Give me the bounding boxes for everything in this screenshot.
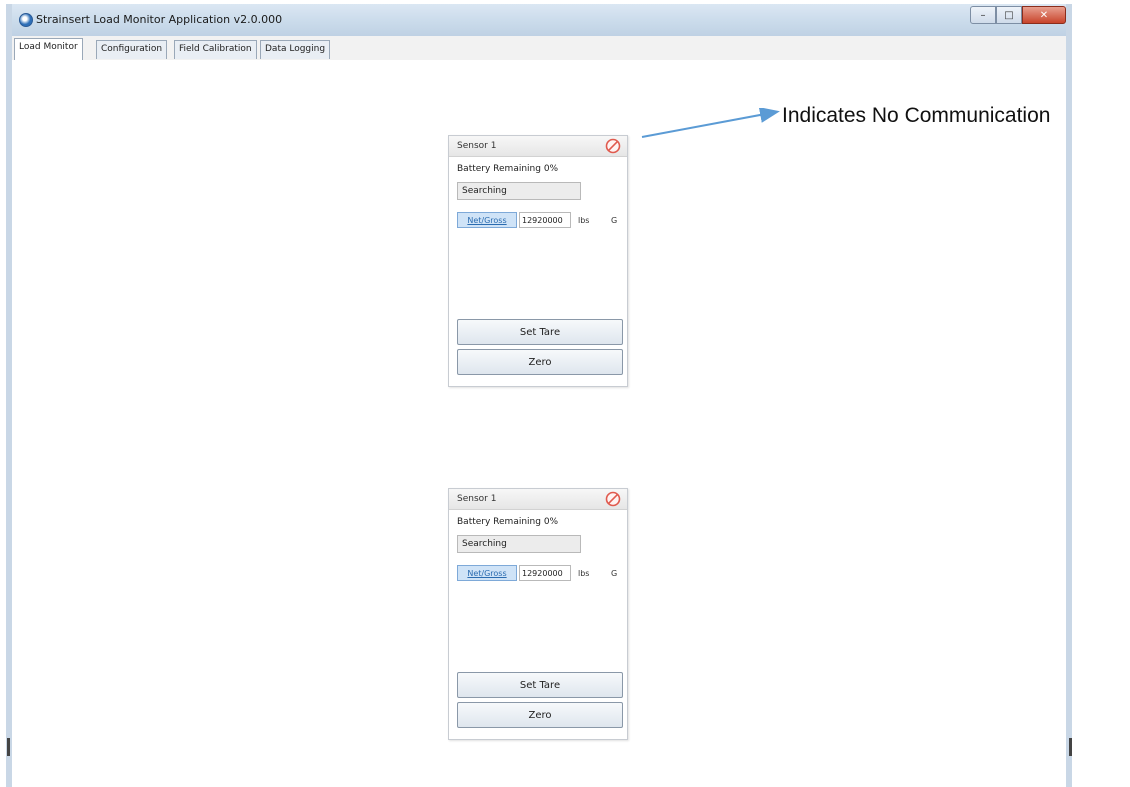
sensor-panel-header: Sensor 1 — [449, 489, 627, 510]
no-communication-icon — [605, 138, 621, 154]
status-field: Searching — [457, 535, 581, 553]
minimize-button[interactable]: – — [970, 6, 996, 24]
tab-configuration[interactable]: Configuration — [96, 40, 168, 59]
status-field: Searching — [457, 182, 581, 200]
tab-bar: Load Monitor Configuration Field Calibra… — [12, 36, 1066, 61]
mode-label: G — [611, 216, 618, 225]
tab-data-logging[interactable]: Data Logging — [260, 40, 331, 59]
set-tare-button[interactable]: Set Tare — [457, 319, 623, 345]
zero-button[interactable]: Zero — [457, 702, 623, 728]
battery-remaining: Battery Remaining 0% — [457, 517, 559, 527]
tab-field-calibration[interactable]: Field Calibration — [174, 40, 257, 59]
zero-button[interactable]: Zero — [457, 349, 623, 375]
sensor-panel: Sensor 1 Battery Remaining 0% Searching … — [448, 488, 628, 740]
mode-label: G — [611, 569, 618, 578]
no-communication-icon — [605, 491, 621, 507]
window-edge-mark — [7, 738, 10, 756]
set-tare-button[interactable]: Set Tare — [457, 672, 623, 698]
sensor-title: Sensor 1 — [457, 141, 497, 151]
load-value-field: 12920000 — [519, 212, 571, 228]
maximize-button[interactable]: □ — [996, 6, 1022, 24]
unit-label: lbs — [578, 569, 590, 578]
unit-label: lbs — [578, 216, 590, 225]
load-monitor-content: Sensor 1 Battery Remaining 0% Searching … — [12, 60, 1066, 787]
net-gross-toggle[interactable]: Net/Gross — [457, 565, 517, 581]
tab-load-monitor[interactable]: Load Monitor — [14, 38, 83, 60]
app-icon — [19, 13, 33, 27]
net-gross-toggle[interactable]: Net/Gross — [457, 212, 517, 228]
load-value-field: 12920000 — [519, 565, 571, 581]
window-edge-mark — [1069, 738, 1072, 756]
battery-remaining: Battery Remaining 0% — [457, 164, 559, 174]
title-bar[interactable]: Strainsert Load Monitor Application v2.0… — [12, 4, 1066, 36]
close-button[interactable]: ✕ — [1022, 6, 1066, 24]
sensor-panel: Sensor 1 Battery Remaining 0% Searching … — [448, 135, 628, 387]
annotation-label: Indicates No Communication — [782, 104, 1051, 127]
annotation-arrow — [641, 108, 780, 138]
window-title: Strainsert Load Monitor Application v2.0… — [36, 13, 283, 26]
sensor-title: Sensor 1 — [457, 494, 497, 504]
sensor-panel-header: Sensor 1 — [449, 136, 627, 157]
